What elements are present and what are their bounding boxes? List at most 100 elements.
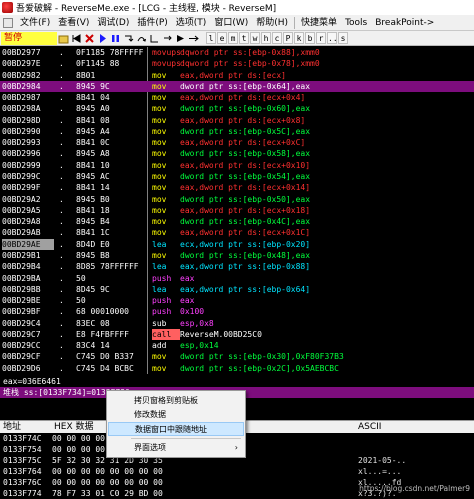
windows-window-button[interactable]: w (250, 32, 260, 44)
system-menu-icon[interactable] (3, 17, 13, 28)
menu-file[interactable]: 文件(F) (16, 15, 54, 31)
disasm-mnemonic: mov (152, 149, 167, 159)
disasm-row[interactable]: 00BD29D6. C745 D4 BCBC mov dword ptr ss:[eb… (0, 363, 474, 374)
disasm-row[interactable]: 00BD29BB. 8D45 9C lea eax,dword ptr ss:[ebp… (0, 284, 474, 295)
disasm-hex-bytes: 83EC 08 (76, 318, 110, 328)
menu-breakpoint[interactable]: BreakPoint-> (371, 15, 438, 31)
disasm-operands: esp,0x8 (180, 318, 214, 328)
trace-over-icon[interactable] (162, 33, 173, 44)
disasm-row[interactable]: 00BD298D. 8B41 08 mov eax,dword ptr ds:[ecx… (0, 115, 474, 126)
disasm-row[interactable]: 00BD29CC. 83C4 14 add esp,0x14 (0, 340, 474, 351)
disasm-instruction: mov dword ptr ss:[ebp-0x50],eax (152, 194, 474, 205)
disasm-address: 00BD29C4 (2, 318, 41, 328)
disasm-row[interactable]: 00BD2987. 8B41 04 mov eax,dword ptr ds:[ecx… (0, 92, 474, 103)
call-stack-window-button[interactable]: k (294, 32, 304, 44)
disasm-operands: eax,dword ptr ds:[ecx+0xC] (180, 138, 306, 148)
disasm-jump-mark: . (59, 48, 64, 57)
disasm-row[interactable]: 00BD2977. 0F1185 78FFFFF movupsdqword ptr … (0, 47, 474, 58)
step-over-icon[interactable] (136, 33, 147, 44)
modules-window-button[interactable]: e (217, 32, 227, 44)
close-debug-icon[interactable] (84, 33, 95, 44)
app-icon (2, 2, 13, 13)
disasm-instruction: mov eax,dword ptr ds:[ecx+0x10] (152, 160, 474, 171)
menu-shortcuts[interactable]: 快捷菜单 (297, 15, 341, 31)
disasm-instruction: mov eax,dword ptr ds:[ecx+0x1C] (152, 227, 474, 238)
menu-view[interactable]: 查看(V) (54, 15, 93, 31)
context-appearance[interactable]: 界面选项 › (108, 441, 244, 455)
disasm-operands: dword ptr ss:[ebp-0x30],0xF80F37B3 (180, 352, 344, 362)
context-follow-in-dump[interactable]: 数据窗口中跟随地址 (108, 422, 244, 436)
dump-ascii: 2021-05-.. (358, 456, 407, 465)
disasm-row[interactable]: 00BD29BF. 68 00010000 push 0x100 (0, 306, 474, 317)
cpu-window-button[interactable]: c (272, 32, 282, 44)
disasm-row[interactable]: 00BD29CF. C745 D0 B337 mov dword ptr ss:[eb… (0, 351, 474, 362)
menu-tools[interactable]: Tools (341, 15, 371, 31)
patches-window-button[interactable]: P (283, 32, 293, 44)
disasm-row[interactable]: 00BD2984. 8945 9C mov dword ptr ss:[ebp-0x6… (0, 80, 474, 93)
menu-help[interactable]: 帮助(H) (252, 15, 292, 31)
source-window-button[interactable]: s (338, 32, 348, 44)
restart-icon[interactable] (71, 33, 82, 44)
execute-till-return-icon[interactable] (175, 33, 186, 44)
disasm-row[interactable]: 00BD29A5. 8B41 18 mov eax,dword ptr ds:[ecx… (0, 205, 474, 216)
disasm-row[interactable]: 00BD2996. 8945 A8 mov dword ptr ss:[ebp-0x5… (0, 148, 474, 159)
pause-icon[interactable] (110, 33, 121, 44)
disasm-row[interactable]: 00BD299F. 8B41 14 mov eax,dword ptr ds:[ecx… (0, 182, 474, 193)
disasm-row[interactable]: 00BD29C7. E8 F4FBFFFF call ReverseM.00BD25C… (0, 328, 474, 341)
disasm-row[interactable]: 00BD29B4. 8D85 78FFFFFF lea eax,dword ptr s… (0, 261, 474, 272)
disasm-instruction: mov eax,dword ptr ds:[ecx+0x8] (152, 115, 474, 126)
disasm-address: 00BD297E (2, 59, 41, 69)
disasm-hex-bytes: 8D85 78FFFFFF (76, 262, 139, 272)
disasm-hex-bytes: 8B41 14 (76, 183, 110, 193)
disasm-row[interactable]: 00BD299C. 8945 AC mov dword ptr ss:[ebp-0x5… (0, 171, 474, 182)
disasm-row[interactable]: 00BD29BE. 50 push eax (0, 295, 474, 306)
disasm-row[interactable]: 00BD2999. 8B41 10 mov eax,dword ptr ds:[ecx… (0, 160, 474, 171)
context-modify-data[interactable]: 修改数据 (108, 408, 244, 422)
disasm-instruction: mov eax,dword ptr ds:[ecx] (152, 70, 474, 81)
disasm-row[interactable]: 00BD29A8. 8945 B4 mov dword ptr ss:[ebp-0x4… (0, 216, 474, 227)
trace-into-icon[interactable] (149, 33, 160, 44)
disasm-instruction: mov dword ptr ss:[ebp-0x5C],eax (152, 126, 474, 137)
memory-window-button[interactable]: m (228, 32, 238, 44)
references-window-button[interactable]: r (316, 32, 326, 44)
threads-window-button[interactable]: t (239, 32, 249, 44)
goto-address-icon[interactable] (188, 33, 199, 44)
run-icon[interactable] (97, 33, 108, 44)
disasm-row[interactable]: 00BD29C4. 83EC 08 sub esp,0x8 (0, 318, 474, 329)
context-item-label: 修改数据 (134, 410, 166, 419)
disasm-row[interactable]: 00BD29A2. 8945 B0 mov dword ptr ss:[ebp-0x5… (0, 194, 474, 205)
disasm-row[interactable]: 00BD29AE. 8D4D E0 lea ecx,dword ptr ss:[ebp… (0, 238, 474, 250)
disasm-jump-mark: . (59, 318, 64, 328)
log-window-button[interactable]: l (206, 32, 216, 44)
dump-row[interactable]: 0133F764 00 00 00 00 00 00 00 00 xl...=... (0, 466, 474, 477)
disasm-address: 00BD2977 (2, 48, 41, 57)
disasm-mnemonic: mov (152, 104, 167, 114)
context-copy-pane[interactable]: 拷贝窗格到剪贴板 (108, 394, 244, 408)
disasm-row[interactable]: 00BD298A. 8945 A0 mov dword ptr ss:[ebp-0x6… (0, 103, 474, 114)
disasm-instruction: lea eax,dword ptr ss:[ebp-0x88] (152, 261, 474, 272)
handles-window-button[interactable]: h (261, 32, 271, 44)
menu-debug[interactable]: 调试(D) (93, 15, 133, 31)
disasm-mnemonic: mov (152, 93, 167, 103)
step-into-icon[interactable] (123, 33, 134, 44)
menu-plugins[interactable]: 插件(P) (133, 15, 171, 31)
disasm-address: 00BD2987 (2, 93, 41, 103)
disassembly-pane[interactable]: 00BD2977. 0F1185 78FFFFF movupsdqword ptr … (0, 47, 474, 374)
disasm-row[interactable]: 00BD29BA. 50 push eax (0, 273, 474, 284)
disasm-instruction: mov dword ptr ss:[ebp-0x60],eax (152, 103, 474, 114)
disasm-row[interactable]: 00BD297E. 0F1145 88 movupsdqword ptr ss:[e… (0, 58, 474, 69)
menu-options[interactable]: 选项(T) (172, 15, 211, 31)
breakpoints-window-button[interactable]: b (305, 32, 315, 44)
disasm-instruction: mov dword ptr ss:[ebp-0x4C],eax (152, 216, 474, 227)
context-item-label: 拷贝窗格到剪贴板 (134, 396, 198, 405)
open-file-icon[interactable] (58, 33, 69, 44)
disasm-row[interactable]: 00BD29AB. 8B41 1C mov eax,dword ptr ds:[ecx… (0, 227, 474, 238)
run-trace-window-button[interactable]: ... (327, 32, 342, 44)
disasm-row[interactable]: 00BD2990. 8945 A4 mov dword ptr ss:[ebp-0x5… (0, 126, 474, 137)
disasm-row[interactable]: 00BD2993. 8B41 0C mov eax,dword ptr ds:[ecx… (0, 137, 474, 148)
disasm-row[interactable]: 00BD29B1. 8945 B8 mov dword ptr ss:[ebp-0x4… (0, 250, 474, 261)
disasm-operands: eax,dword ptr ds:[ecx+0x1C] (180, 228, 311, 238)
disasm-address: 00BD29BB (2, 284, 41, 294)
menu-window[interactable]: 窗口(W) (210, 15, 252, 31)
disasm-row[interactable]: 00BD2982. 8B01 mov eax,dword ptr ds:[ecx] (0, 70, 474, 81)
